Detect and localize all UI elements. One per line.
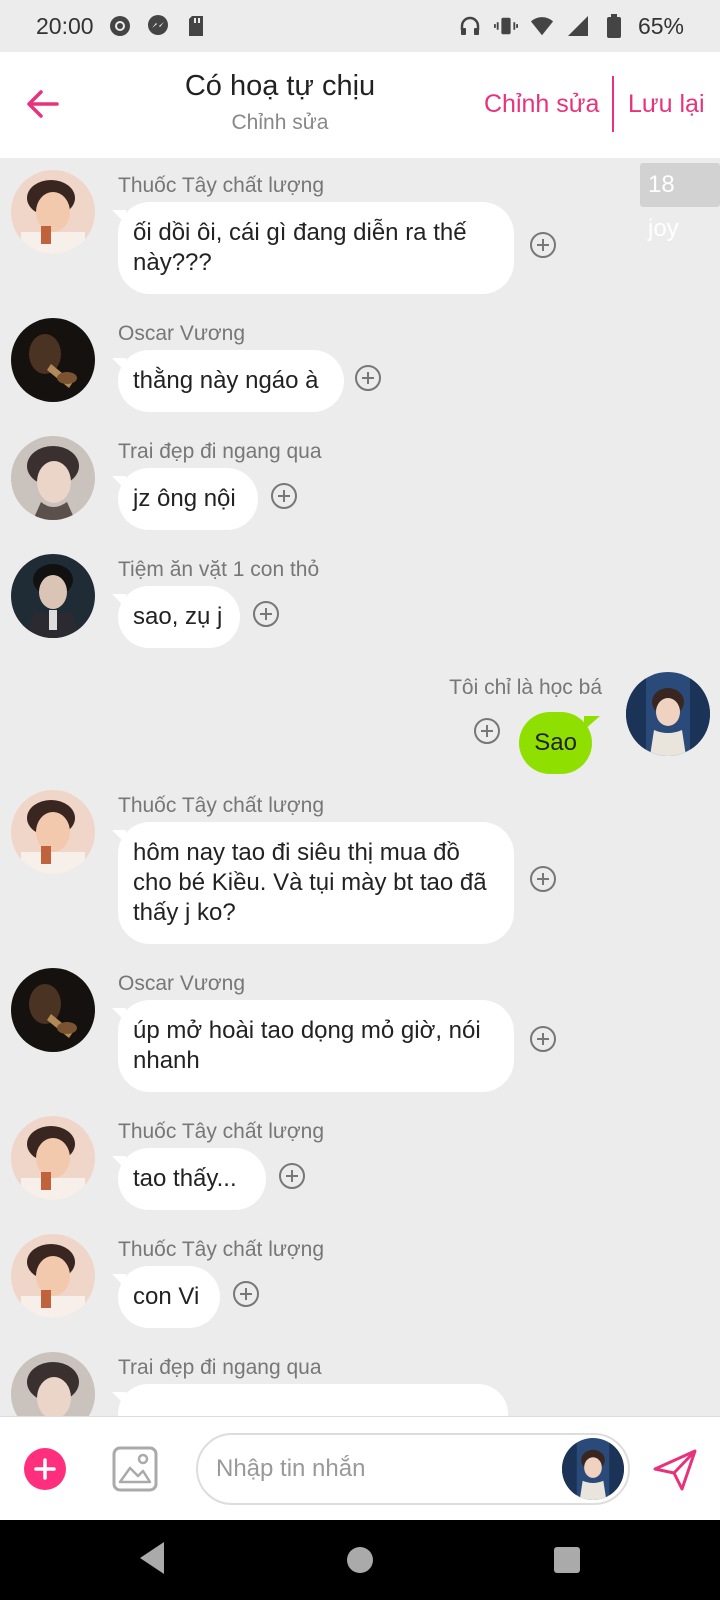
avatar[interactable] <box>11 968 95 1052</box>
chat-header: Có hoạ tự chịu Chỉnh sửa Chỉnh sửa Lưu l… <box>0 52 720 158</box>
send-icon <box>653 1449 697 1491</box>
chat-message: Oscar Vương thằng này ngáo à <box>0 306 720 424</box>
avatar[interactable] <box>11 1234 95 1318</box>
message-bubble[interactable]: jz ông nội <box>118 468 258 530</box>
message-text: hôm nay tao đi siêu thị mua đồ cho bé Ki… <box>133 839 487 926</box>
message-text: thằng này ngáo à <box>133 367 319 394</box>
chat-message: Trai đẹp đi ngang qua <box>0 1340 720 1416</box>
messenger-icon <box>146 14 170 38</box>
sender-name: Tiệm ăn vặt 1 con thỏ <box>118 558 320 581</box>
page-title: Có hoạ tự chịu <box>184 70 376 102</box>
back-button[interactable] <box>22 82 62 126</box>
add-button[interactable] <box>24 1448 66 1490</box>
sd-card-icon <box>184 14 208 38</box>
add-reaction-icon[interactable] <box>530 232 556 258</box>
sender-name: Trai đẹp đi ngang qua <box>118 440 322 463</box>
chat-message: Thuốc Tây chất lượng tao thấy... <box>0 1104 720 1222</box>
wifi-icon <box>530 14 554 38</box>
chat-message: Thuốc Tây chất lượng con Vi <box>0 1222 720 1340</box>
sender-name: Thuốc Tây chất lượng <box>118 794 325 817</box>
system-nav-bar <box>0 1520 720 1600</box>
chat-message: Thuốc Tây chất lượng ối dồi ôi, cái gì đ… <box>0 158 720 306</box>
avatar[interactable] <box>11 1352 95 1416</box>
sender-name: Tôi chỉ là học bá <box>449 676 602 699</box>
chat-message-mine: Tôi chỉ là học bá Sao <box>0 660 720 778</box>
vibrate-icon <box>493 14 518 38</box>
message-bubble[interactable]: tao thấy... <box>118 1148 266 1210</box>
chat-area[interactable]: 18 joy Thuốc Tây chất lượng ối dồi ôi, c… <box>0 158 720 1416</box>
sender-name: Thuốc Tây chất lượng <box>118 174 325 197</box>
page-subtitle: Chỉnh sửa <box>231 111 329 134</box>
message-text: jz ông nội <box>133 485 236 512</box>
my-avatar[interactable] <box>626 672 710 756</box>
add-reaction-icon[interactable] <box>474 718 500 744</box>
sender-name: Oscar Vương <box>118 972 246 995</box>
chat-message: Tiệm ăn vặt 1 con thỏ sao, zụ j <box>0 542 720 660</box>
arrow-left-icon <box>27 90 59 118</box>
headphones-icon <box>458 14 482 38</box>
screen-record-icon <box>108 14 132 38</box>
nav-recents-icon[interactable] <box>554 1547 580 1573</box>
add-reaction-icon[interactable] <box>253 601 279 627</box>
status-time: 20:00 <box>36 12 94 39</box>
battery-icon <box>602 14 626 38</box>
status-bar: 20:00 65% <box>0 0 720 52</box>
message-bubble[interactable]: sao, zụ j <box>118 586 240 648</box>
sender-name: Oscar Vương <box>118 322 246 345</box>
add-reaction-icon[interactable] <box>233 1281 259 1307</box>
message-text: tao thấy... <box>133 1165 237 1192</box>
nav-home-icon[interactable] <box>347 1547 373 1573</box>
plus-icon <box>34 1458 56 1480</box>
avatar[interactable] <box>11 318 95 402</box>
message-text: Sao <box>534 729 577 756</box>
sender-name: Thuốc Tây chất lượng <box>118 1238 325 1261</box>
avatar[interactable] <box>11 1116 95 1200</box>
message-bubble[interactable]: hôm nay tao đi siêu thị mua đồ cho bé Ki… <box>118 822 514 944</box>
message-bubble-mine[interactable]: Sao <box>519 712 600 774</box>
message-text: úp mở hoài tao dọng mỏ giờ, nói nhanh <box>133 1017 481 1074</box>
add-reaction-icon[interactable] <box>355 365 381 391</box>
image-icon <box>112 1446 158 1492</box>
signal-icon <box>566 14 590 38</box>
message-bubble[interactable]: con Vi <box>118 1266 220 1328</box>
save-button[interactable]: Lưu lại <box>628 90 705 119</box>
message-bubble[interactable]: thằng này ngáo à <box>118 350 344 412</box>
message-input-bar <box>0 1416 720 1520</box>
battery-percent: 65% <box>637 12 684 39</box>
sender-name: Thuốc Tây chất lượng <box>118 1120 325 1143</box>
message-text: con Vi <box>133 1283 200 1310</box>
image-button[interactable] <box>112 1446 158 1492</box>
message-bubble[interactable] <box>118 1384 508 1416</box>
chat-message: Trai đẹp đi ngang qua jz ông nội <box>0 424 720 542</box>
chat-message: Oscar Vương úp mở hoài tao dọng mỏ giờ, … <box>0 956 720 1104</box>
avatar[interactable] <box>11 170 95 254</box>
header-divider <box>612 76 614 132</box>
message-bubble[interactable]: ối dồi ôi, cái gì đang diễn ra thế này??… <box>118 202 514 294</box>
nav-back-icon[interactable] <box>137 1540 167 1576</box>
message-bubble[interactable]: úp mở hoài tao dọng mỏ giờ, nói nhanh <box>118 1000 514 1092</box>
avatar[interactable] <box>11 436 95 520</box>
send-button[interactable] <box>652 1447 698 1493</box>
add-reaction-icon[interactable] <box>530 1026 556 1052</box>
message-text: sao, zụ j <box>133 603 223 630</box>
chat-message: Thuốc Tây chất lượng hôm nay tao đi siêu… <box>0 778 720 956</box>
add-reaction-icon[interactable] <box>530 866 556 892</box>
title-block: Có hoạ tự chịu Chỉnh sửa <box>160 70 400 135</box>
add-reaction-icon[interactable] <box>271 483 297 509</box>
avatar[interactable] <box>11 790 95 874</box>
add-reaction-icon[interactable] <box>279 1163 305 1189</box>
sender-name: Trai đẹp đi ngang qua <box>118 1356 322 1379</box>
edit-button[interactable]: Chỉnh sửa <box>484 90 599 119</box>
avatar[interactable] <box>11 554 95 638</box>
message-text: ối dồi ôi, cái gì đang diễn ra thế này??… <box>133 219 467 276</box>
input-avatar[interactable] <box>562 1438 624 1500</box>
